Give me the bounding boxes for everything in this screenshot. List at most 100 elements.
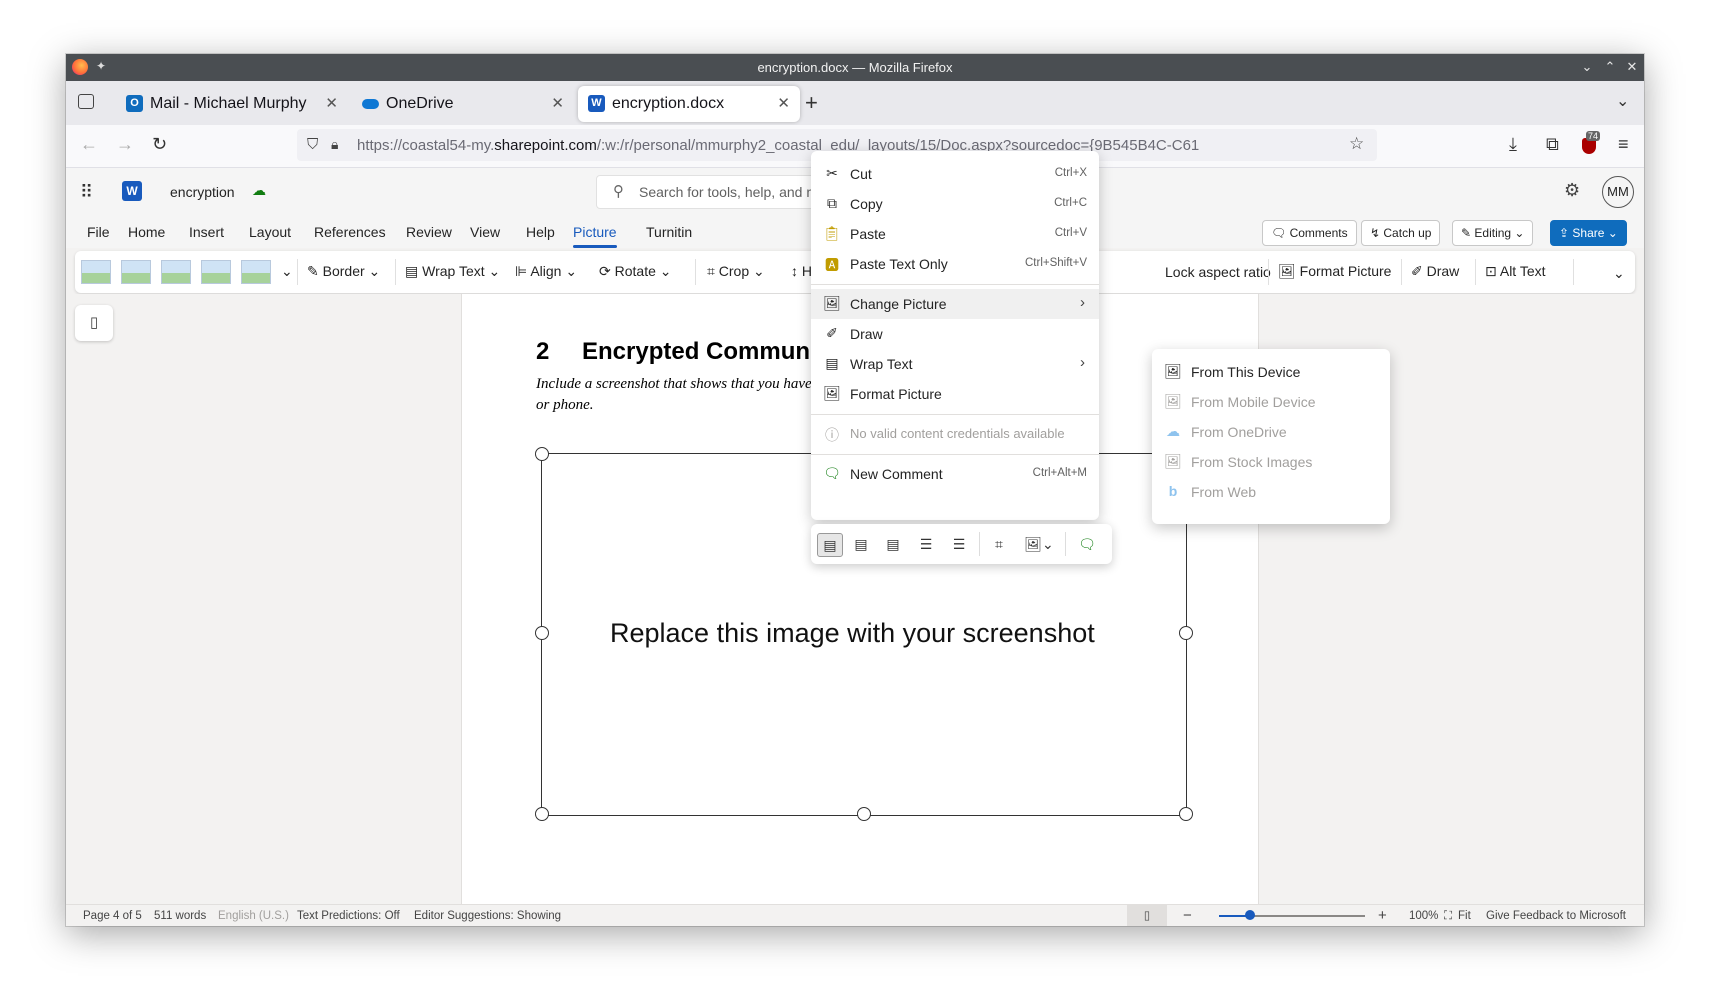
tab-picture[interactable]: Picture: [573, 224, 617, 248]
context-menu: ✂ Cut Ctrl+X ⧉ Copy Ctrl+C 📋︎ Paste Ctrl…: [811, 151, 1099, 520]
align-button[interactable]: ⊫ Align ⌄: [515, 263, 577, 280]
menu-item-copy[interactable]: ⧉ Copy Ctrl+C: [811, 189, 1099, 219]
rotate-button[interactable]: ⟳ Rotate ⌄: [599, 263, 672, 280]
tab-encryption-docx[interactable]: W encryption.docx ✕: [578, 86, 800, 122]
border-button[interactable]: ✎ Border ⌄: [307, 263, 380, 280]
wrap-top-bottom-icon[interactable]: ☰: [914, 533, 938, 555]
resize-handle[interactable]: [857, 807, 871, 821]
downloads-icon[interactable]: ⤓: [1509, 134, 1517, 155]
page-count[interactable]: Page 4 of 5: [83, 910, 142, 922]
wrap-square-icon[interactable]: ▤: [849, 533, 873, 555]
menu-item-change-picture[interactable]: 🖼︎ Change Picture ›: [811, 289, 1099, 319]
close-tab-icon[interactable]: ✕: [325, 94, 338, 112]
wrap-tight-icon[interactable]: ▤: [881, 533, 905, 555]
tracking-shield-icon[interactable]: ⛉: [307, 136, 318, 153]
zoom-slider-thumb[interactable]: [1245, 910, 1255, 920]
format-picture-button[interactable]: 🖼︎ Format Picture: [1278, 263, 1391, 280]
menu-item-new-comment[interactable]: 🗨︎ New Comment Ctrl+Alt+M: [811, 459, 1099, 489]
comments-button[interactable]: 🗨︎ Comments: [1262, 220, 1357, 246]
minimize-icon[interactable]: ⌄: [1578, 58, 1596, 76]
styles-expand-icon[interactable]: ⌄: [281, 263, 293, 280]
zoom-level[interactable]: 100%: [1409, 910, 1438, 922]
submenu-item-from-device[interactable]: 🖼︎ From This Device: [1152, 357, 1390, 387]
bookmark-star-icon[interactable]: ☆: [1349, 134, 1364, 154]
extensions-icon[interactable]: ⧉: [1546, 134, 1559, 155]
lock-icon[interactable]: 🔒︎: [331, 136, 338, 153]
picture-style-2[interactable]: [121, 260, 151, 284]
word-count[interactable]: 511 words: [154, 910, 206, 922]
menu-item-draw[interactable]: ✐ Draw: [811, 319, 1099, 349]
share-button[interactable]: ⇪ Share ⌄: [1550, 220, 1627, 246]
tab-help[interactable]: Help: [526, 224, 555, 240]
tab-review[interactable]: Review: [406, 224, 452, 240]
resize-handle[interactable]: [535, 807, 549, 821]
new-comment-icon[interactable]: 🗨︎: [1075, 533, 1099, 555]
picture-style-1[interactable]: [81, 260, 111, 284]
catch-up-icon: ↯: [1370, 226, 1384, 240]
change-picture-icon[interactable]: 🖼︎⌄: [1021, 533, 1057, 555]
tab-onedrive[interactable]: OneDrive ✕: [352, 86, 574, 122]
menu-item-wrap-text[interactable]: ▤ Wrap Text ›: [811, 349, 1099, 379]
menu-item-format-picture[interactable]: 🖼︎ Format Picture: [811, 379, 1099, 409]
reload-icon[interactable]: ↻: [152, 134, 167, 155]
settings-gear-icon[interactable]: ⚙: [1564, 180, 1580, 201]
stock-images-icon: 🖼︎: [1164, 453, 1182, 469]
tab-home[interactable]: Home: [128, 224, 165, 240]
wrap-inline-icon[interactable]: ▤: [817, 533, 843, 557]
tab-view[interactable]: View: [470, 224, 500, 240]
menu-icon[interactable]: ≡: [1618, 134, 1629, 155]
fit-button[interactable]: Fit: [1458, 910, 1471, 922]
close-tab-icon[interactable]: ✕: [777, 94, 790, 112]
editor-suggestions[interactable]: Editor Suggestions: Showing: [414, 910, 561, 922]
menu-item-cut[interactable]: ✂ Cut Ctrl+X: [811, 159, 1099, 189]
new-tab-icon[interactable]: +: [805, 90, 818, 116]
close-window-icon[interactable]: ✕: [1623, 58, 1641, 76]
wrap-text-button[interactable]: ▤ Wrap Text ⌄: [405, 263, 500, 280]
text-predictions[interactable]: Text Predictions: Off: [297, 910, 400, 922]
tab-overview-icon[interactable]: [78, 94, 94, 109]
ribbon-expand-icon[interactable]: ⌄: [1613, 265, 1625, 282]
back-icon[interactable]: ←: [80, 134, 98, 155]
maximize-icon[interactable]: ⌃: [1601, 58, 1619, 76]
document-name[interactable]: encryption: [170, 184, 235, 200]
crop-icon[interactable]: ⌗: [987, 533, 1011, 555]
tab-strip: O Mail - Michael Murphy ✕ OneDrive ✕ W e…: [66, 81, 1644, 125]
language[interactable]: English (U.S.): [218, 910, 289, 922]
menu-item-paste-text-only[interactable]: 🅰︎ Paste Text Only Ctrl+Shift+V: [811, 249, 1099, 279]
tab-turnitin[interactable]: Turnitin: [646, 224, 692, 240]
list-tabs-icon[interactable]: ⌄: [1616, 91, 1629, 111]
tab-file[interactable]: File: [87, 224, 110, 240]
alt-text-button[interactable]: ⊡ Alt Text: [1485, 263, 1546, 280]
navigation-pane-icon[interactable]: ▯: [75, 305, 113, 341]
editing-mode-button[interactable]: ✎ Editing ⌄: [1452, 220, 1534, 246]
lock-aspect-ratio-checkbox[interactable]: Lock aspect ratio: [1165, 264, 1271, 280]
fit-icon[interactable]: ⛶: [1444, 910, 1452, 923]
tab-mail[interactable]: O Mail - Michael Murphy ✕: [116, 86, 348, 122]
catch-up-button[interactable]: ↯ Catch up: [1361, 220, 1441, 246]
menu-item-content-credentials: ⓘ No valid content credentials available: [811, 419, 1099, 449]
wrap-behind-icon[interactable]: ☰: [947, 533, 971, 555]
draw-button[interactable]: ✐ Draw: [1411, 263, 1459, 280]
app-launcher-icon[interactable]: ⠿: [80, 182, 93, 203]
tab-insert[interactable]: Insert: [189, 224, 224, 240]
picture-style-3[interactable]: [161, 260, 191, 284]
resize-handle[interactable]: [1179, 626, 1193, 640]
tab-layout[interactable]: Layout: [249, 224, 291, 240]
tab-references[interactable]: References: [314, 224, 386, 240]
zoom-in-icon[interactable]: +: [1378, 907, 1387, 924]
zoom-out-icon[interactable]: −: [1183, 907, 1192, 924]
crop-button[interactable]: ⌗ Crop ⌄: [707, 263, 765, 280]
avatar[interactable]: MM: [1602, 176, 1634, 208]
divider: [1268, 259, 1269, 285]
close-tab-icon[interactable]: ✕: [551, 94, 564, 112]
feedback-link[interactable]: Give Feedback to Microsoft: [1486, 910, 1626, 922]
resize-handle[interactable]: [1179, 807, 1193, 821]
resize-handle[interactable]: [535, 626, 549, 640]
forward-icon[interactable]: →: [116, 134, 134, 155]
resize-handle[interactable]: [535, 447, 549, 461]
picture-style-4[interactable]: [201, 260, 231, 284]
menu-item-paste[interactable]: 📋︎ Paste Ctrl+V: [811, 219, 1099, 249]
view-mode-icon[interactable]: ▯: [1127, 905, 1167, 926]
cloud-saved-icon[interactable]: ☁: [252, 182, 266, 199]
picture-style-5[interactable]: [241, 260, 271, 284]
